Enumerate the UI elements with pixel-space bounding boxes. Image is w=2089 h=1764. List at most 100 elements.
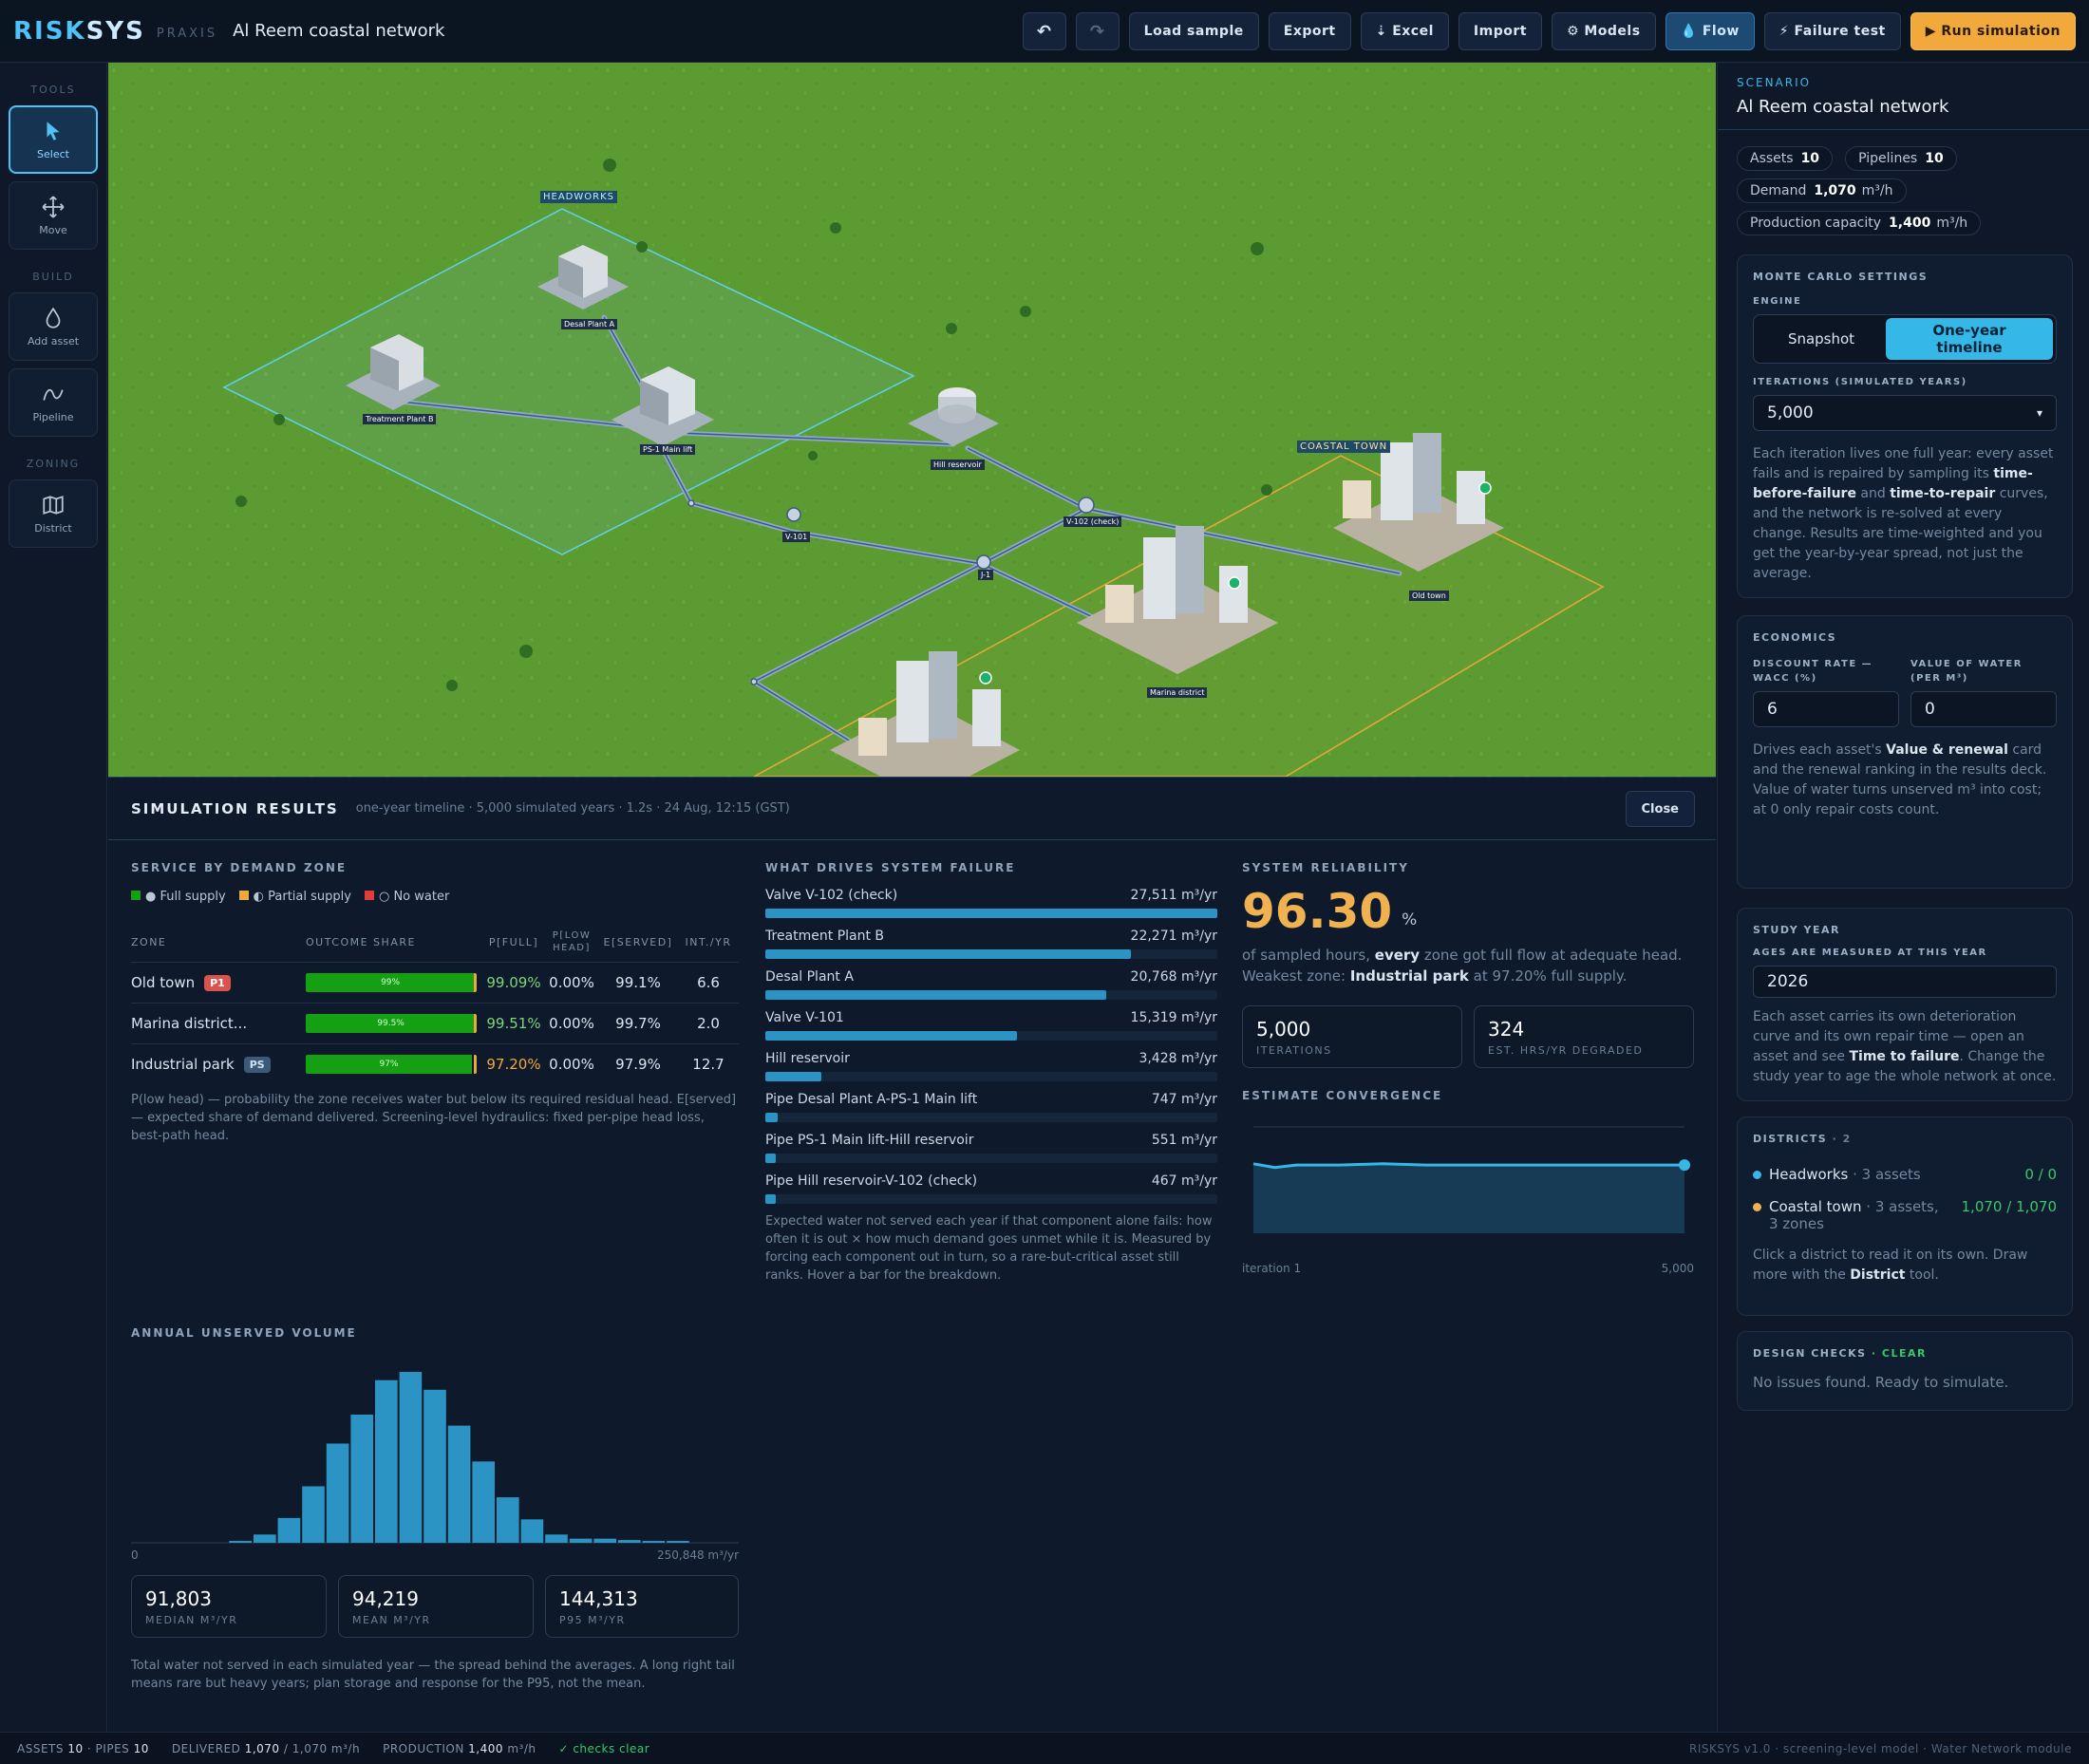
district-row-coastal-town[interactable]: Coastal town · 3 assets, 3 zones 1,070 / … [1753, 1198, 2057, 1232]
driver-item[interactable]: Pipe Desal Plant A-PS-1 Main lift 747 m³/… [765, 1092, 1217, 1122]
move-tool[interactable]: Move [9, 181, 98, 250]
zone-row[interactable]: Industrial park PS 97% 97.20% 0.00% 97.9% 12.7 [131, 1043, 739, 1084]
map-canvas[interactable] [108, 63, 1716, 777]
engine-timeline-option[interactable]: One-year timeline [1886, 318, 2053, 360]
pipeline-tool[interactable]: Pipeline [9, 368, 98, 437]
district-row-headworks[interactable]: Headworks · 3 assets 0 / 0 [1753, 1166, 2057, 1183]
histogram-bar[interactable] [326, 1443, 349, 1543]
scenario-sidebar: SCENARIO Al Reem coastal network Assets 1… [1717, 63, 2089, 1732]
driver-item[interactable]: Valve V-101 15,319 m³/yr [765, 1010, 1217, 1041]
driver-name: Treatment Plant B [765, 929, 885, 944]
col-eserved: E[SERVED] [603, 935, 673, 948]
study-year-label: AGES ARE MEASURED AT THIS YEAR [1753, 948, 1987, 958]
export-button[interactable]: Export [1268, 12, 1351, 50]
convergence-area [1253, 1163, 1684, 1233]
histogram-bar[interactable] [399, 1372, 423, 1543]
failure-test-button[interactable]: ⚡ Failure test [1763, 12, 1901, 50]
value-of-water-input[interactable]: 0 [1910, 691, 2057, 727]
histogram-chart [131, 1372, 739, 1544]
histogram-bar[interactable] [423, 1389, 446, 1543]
cursor-icon [47, 122, 60, 141]
districts-note: Click a district to read it on its own. … [1753, 1248, 2028, 1283]
zone-plow: 0.00% [549, 1015, 594, 1032]
histogram-bar[interactable] [618, 1540, 641, 1543]
district-tool[interactable]: District [9, 479, 98, 548]
status-delivered: DELIVERED 1,070 / 1,070 m³/h [171, 1741, 361, 1755]
histogram-bar[interactable] [545, 1534, 568, 1543]
load-sample-button[interactable]: Load sample [1128, 12, 1259, 50]
results-meta: one-year timeline · 5,000 simulated year… [355, 801, 790, 816]
driver-name: Pipe PS-1 Main lift-Hill reservoir [765, 1133, 974, 1148]
histogram-bar[interactable] [254, 1534, 276, 1543]
legend-partial: ◐ Partial supply [238, 890, 351, 904]
reliability-value: 96.30 [1242, 884, 1393, 939]
col-zone: ZONE [131, 935, 167, 948]
histogram-bar[interactable] [302, 1486, 325, 1543]
zone-share-bar: 99.5% [306, 1014, 477, 1033]
driver-value: 467 m³/yr [1151, 1173, 1217, 1189]
flow-button[interactable]: 💧 Flow [1665, 12, 1755, 50]
convergence-heading: ESTIMATE CONVERGENCE [1242, 1089, 1443, 1102]
project-title: Al Reem coastal network [233, 21, 445, 41]
driver-item[interactable]: Valve V-102 (check) 27,511 m³/yr [765, 888, 1217, 918]
histogram-bar[interactable] [520, 1519, 544, 1543]
engine-snapshot-option[interactable]: Snapshot [1757, 318, 1886, 360]
histogram-bar[interactable] [229, 1541, 252, 1543]
map-icon [43, 496, 64, 515]
histogram-bar[interactable] [277, 1517, 301, 1543]
study-year-input[interactable]: 2026 [1753, 966, 2057, 998]
driver-name: Valve V-101 [765, 1010, 844, 1025]
redo-button[interactable]: ↷ [1075, 12, 1120, 50]
driver-item[interactable]: Pipe PS-1 Main lift-Hill reservoir 551 m³… [765, 1133, 1217, 1163]
models-button[interactable]: ⚙ Models [1551, 12, 1656, 50]
iterations-select[interactable]: 5,000 ▾ [1753, 395, 2057, 431]
undo-button[interactable]: ↶ [1022, 12, 1066, 50]
v101-label: V-101 [782, 532, 811, 542]
histogram-bar[interactable] [447, 1425, 471, 1543]
zone-share: 99% [306, 973, 482, 992]
marina-label: Marina district [1147, 687, 1208, 698]
driver-name: Valve V-102 (check) [765, 888, 898, 903]
driver-item[interactable]: Treatment Plant B 22,271 m³/yr [765, 929, 1217, 959]
histogram-bar[interactable] [375, 1379, 398, 1543]
build-section-label: BUILD [32, 271, 74, 283]
zone-name: Industrial park PS [131, 1056, 306, 1073]
import-button[interactable]: Import [1458, 12, 1542, 50]
histogram-bar[interactable] [667, 1541, 689, 1543]
iterations-value: 5,000 [1256, 1018, 1311, 1041]
excel-button[interactable]: ⇣ Excel [1360, 12, 1449, 50]
driver-item[interactable]: Hill reservoir 3,428 m³/yr [765, 1051, 1217, 1081]
drivers-note: Expected water not served each year if t… [765, 1214, 1213, 1283]
histogram-bar[interactable] [350, 1415, 373, 1543]
simulation-results-panel: SIMULATION RESULTS one-year timeline · 5… [108, 777, 1716, 1732]
study-year-card: STUDY YEAR AGES ARE MEASURED AT THIS YEA… [1737, 908, 2073, 1101]
histogram-bar[interactable] [642, 1541, 666, 1543]
histogram-bar[interactable] [593, 1538, 616, 1543]
network-map[interactable]: HEADWORKS COASTAL TOWN Desal Plant A Tre… [108, 63, 1716, 777]
mean-stat: 94,219 MEAN M³/YR [338, 1575, 534, 1638]
driver-item[interactable]: Desal Plant A 20,768 m³/yr [765, 969, 1217, 1000]
histogram-bar[interactable] [472, 1461, 495, 1543]
col-share: OUTCOME SHARE [306, 935, 416, 948]
chevron-down-icon: ▾ [2036, 406, 2042, 420]
histogram-bar[interactable] [569, 1538, 593, 1543]
iterations-select-value: 5,000 [1767, 403, 1814, 422]
histogram-bar[interactable] [497, 1497, 519, 1543]
zone-plow: 0.00% [549, 974, 594, 991]
zone-share: 97% [306, 1055, 482, 1074]
discount-rate-input[interactable]: 6 [1753, 691, 1899, 727]
close-results-button[interactable]: Close [1625, 791, 1695, 827]
driver-name: Pipe Desal Plant A-PS-1 Main lift [765, 1092, 978, 1107]
zone-row[interactable]: Old town P1 99% 99.09% 0.00% 99.1% 6.6 [131, 962, 739, 1003]
ps1-label: PS-1 Main lift [640, 444, 696, 455]
move-icon [42, 196, 65, 218]
zone-row[interactable]: Marina district... 99.5% 99.51% 0.00% 99.7% 2… [131, 1003, 739, 1043]
district-tool-label: District [34, 522, 72, 535]
add-asset-tool[interactable]: Add asset [9, 292, 98, 361]
driver-value: 3,428 m³/yr [1139, 1051, 1217, 1066]
driver-item[interactable]: Pipe Hill reservoir-V-102 (check) 467 m³/… [765, 1173, 1217, 1204]
select-tool[interactable]: Select [9, 105, 98, 174]
desal-plant-label: Desal Plant A [561, 319, 618, 329]
valve-v102 [1078, 497, 1095, 514]
run-simulation-button[interactable]: ▶ Run simulation [1910, 12, 2076, 50]
